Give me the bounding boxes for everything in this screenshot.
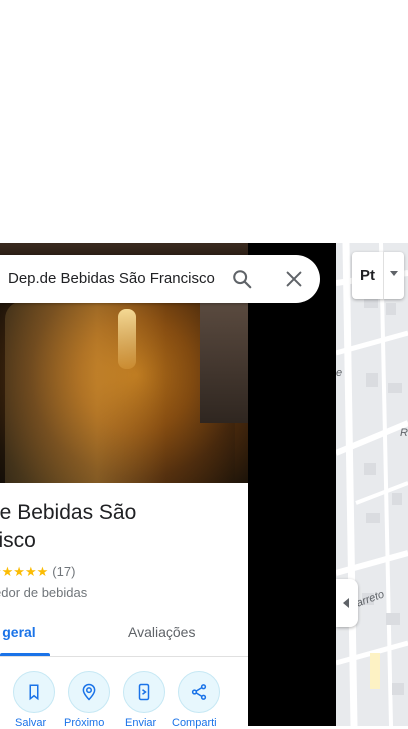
place-title: de Bebidas São cisco <box>0 499 243 555</box>
nearby-label: Próximo <box>64 717 105 729</box>
rating-stars: ★★★★★ <box>0 564 49 579</box>
place-title-line: cisco <box>0 529 36 552</box>
send-to-phone-button[interactable] <box>123 671 165 713</box>
chevron-left-icon <box>343 598 349 608</box>
rating-row: ★★★★★(17) <box>0 564 75 580</box>
save-label: Salvar <box>15 717 47 729</box>
place-category[interactable]: edor de bebidas <box>0 585 87 600</box>
map-street-label: e <box>336 367 343 379</box>
nearby-icon <box>82 683 96 701</box>
panel-gap <box>248 243 336 726</box>
place-title-line: de Bebidas São <box>0 501 137 524</box>
save-button[interactable] <box>13 671 55 713</box>
map-street-label: R <box>400 427 408 439</box>
share-button[interactable] <box>178 671 220 713</box>
send-to-phone-icon <box>138 683 150 701</box>
chevron-down-icon[interactable] <box>390 271 398 276</box>
layer-label: Pt <box>360 267 375 284</box>
rating-count[interactable]: (17) <box>52 564 75 579</box>
map-layer-button[interactable]: Pt <box>352 252 404 299</box>
bookmark-icon <box>29 684 39 701</box>
share-icon <box>191 684 207 700</box>
close-icon[interactable] <box>283 268 305 290</box>
search-input[interactable]: Dep.de Bebidas São Francisco <box>8 270 216 287</box>
tab-active-indicator <box>0 653 50 656</box>
tab-overview[interactable]: ão geral <box>0 624 36 640</box>
tab-bar: ão geral Avaliações <box>0 614 248 657</box>
send-label: Enviar <box>125 717 157 729</box>
photo-table <box>200 303 248 423</box>
share-label: Comparti <box>172 717 217 729</box>
photo-highlight <box>118 309 136 369</box>
map-canvas[interactable]: e R arreto <box>336 243 408 726</box>
nearby-button[interactable] <box>68 671 110 713</box>
blank-area <box>0 0 408 243</box>
search-icon[interactable] <box>231 268 253 290</box>
search-box[interactable]: Dep.de Bebidas São Francisco <box>0 255 320 303</box>
layer-separator <box>383 252 384 299</box>
collapse-panel-button[interactable] <box>336 579 358 627</box>
tab-reviews[interactable]: Avaliações <box>128 624 195 640</box>
